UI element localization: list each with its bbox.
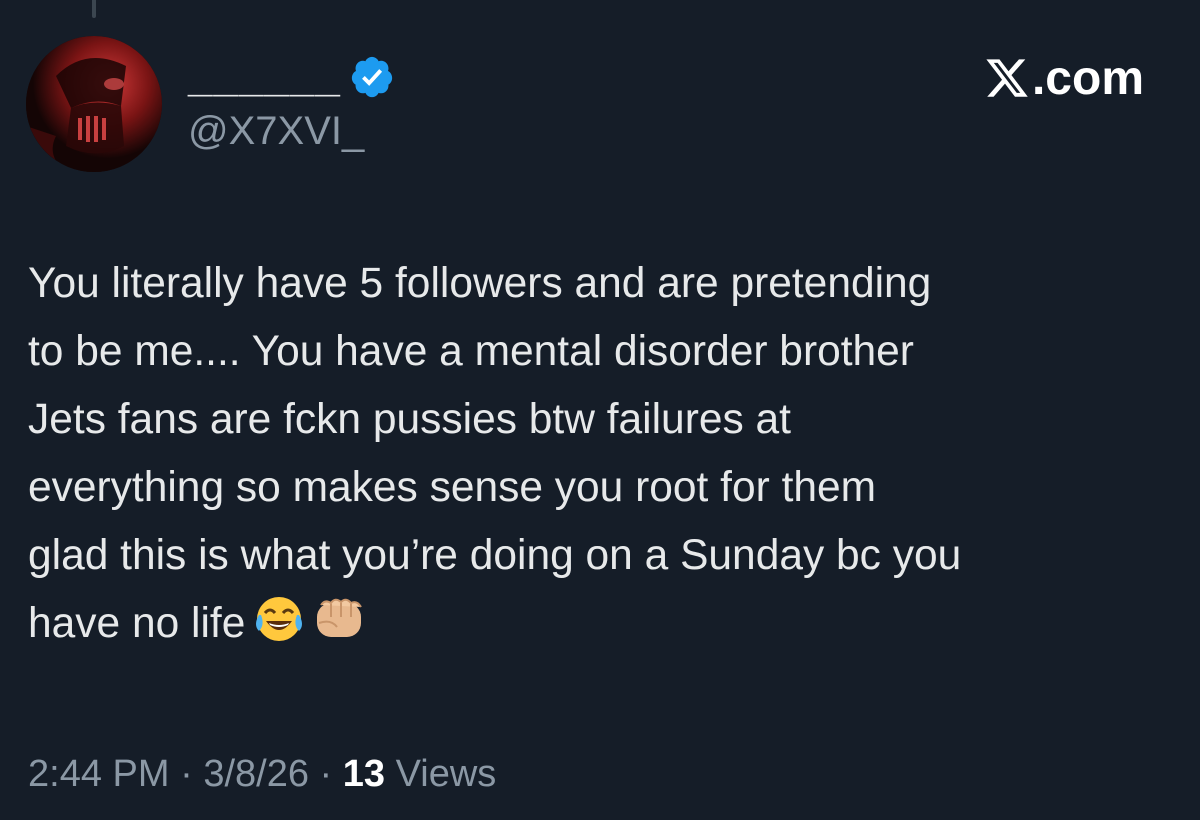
thread-connector-line: [92, 0, 96, 18]
views-label: Views: [395, 753, 497, 795]
user-handle[interactable]: @X7XVI_: [188, 106, 364, 156]
site-label: .com: [1031, 51, 1144, 105]
views-count[interactable]: 13: [343, 753, 385, 795]
tweet-time[interactable]: 2:44 PM: [28, 753, 170, 795]
meta-separator: ·: [319, 753, 333, 795]
avatar-image: [26, 36, 162, 172]
tweet-metadata: 2:44 PM · 3/8/26 · 13 Views: [28, 748, 496, 800]
oncoming-fist-icon: [317, 598, 363, 637]
tweet-body-text: You literally have 5 followers and are p…: [28, 260, 962, 647]
x-logo-icon: [986, 59, 1028, 97]
emoji-group: [253, 593, 371, 645]
tweet-text: You literally have 5 followers and are p…: [28, 250, 1178, 658]
face-with-tears-of-joy-icon: [256, 597, 303, 641]
avatar[interactable]: [26, 36, 162, 172]
display-name-row: ______: [188, 50, 395, 104]
site-watermark: .com: [984, 48, 1144, 108]
tweet-date[interactable]: 3/8/26: [203, 753, 309, 795]
display-name[interactable]: ______: [188, 50, 341, 104]
verified-badge-icon[interactable]: [349, 54, 395, 100]
meta-separator: ·: [180, 753, 193, 795]
